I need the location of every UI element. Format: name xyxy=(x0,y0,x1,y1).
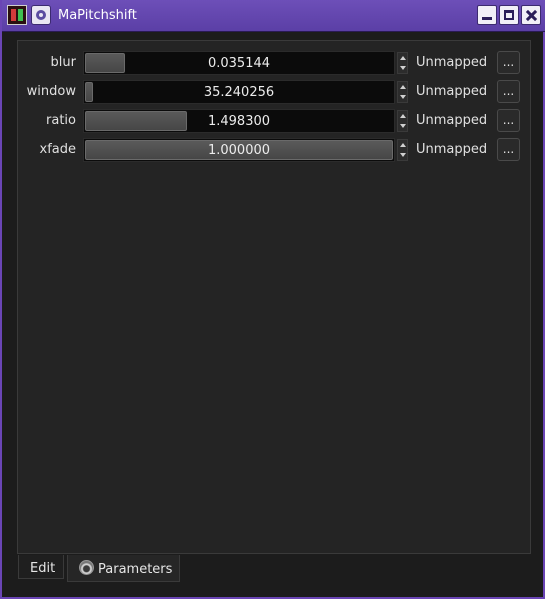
window-title: MaPitchshift xyxy=(58,8,137,23)
maximize-icon[interactable] xyxy=(499,5,519,25)
param-value: 1.498300 xyxy=(207,114,271,129)
param-slider[interactable]: 1.000000 xyxy=(83,138,395,162)
spin-down-icon[interactable] xyxy=(400,153,406,157)
param-label: xfade xyxy=(39,142,77,157)
spin-down-icon[interactable] xyxy=(400,124,406,128)
more-options-button[interactable]: ... xyxy=(497,138,520,161)
more-options-button[interactable]: ... xyxy=(497,51,520,74)
title-bar[interactable]: MaPitchshift xyxy=(2,0,545,32)
more-options-button[interactable]: ... xyxy=(497,109,520,132)
more-options-button[interactable]: ... xyxy=(497,80,520,103)
param-label: window xyxy=(26,84,76,99)
plugin-window: MaPitchshift blur 0.035144 Unmapped ... … xyxy=(0,0,545,599)
param-row-ratio: ratio 1.498300 Unmapped ... xyxy=(18,109,532,133)
param-value: 35.240256 xyxy=(203,85,275,100)
spin-buttons[interactable] xyxy=(397,139,408,161)
mapping-status: Unmapped xyxy=(416,113,488,128)
spin-up-icon[interactable] xyxy=(400,85,406,89)
spin-up-icon[interactable] xyxy=(400,143,406,147)
param-label: ratio xyxy=(46,113,76,128)
param-slider[interactable]: 1.498300 xyxy=(83,109,395,133)
tab-label: Parameters xyxy=(98,562,173,577)
window-menu-icon[interactable] xyxy=(31,5,51,25)
spin-down-icon[interactable] xyxy=(400,66,406,70)
app-icon xyxy=(7,5,27,25)
spin-down-icon[interactable] xyxy=(400,95,406,99)
spin-up-icon[interactable] xyxy=(400,114,406,118)
tab-parameters[interactable]: Parameters xyxy=(67,555,180,582)
mapping-status: Unmapped xyxy=(416,142,488,157)
param-label: blur xyxy=(50,55,76,70)
parameters-panel: blur 0.035144 Unmapped ... window 35.240… xyxy=(17,40,531,554)
spin-up-icon[interactable] xyxy=(400,56,406,60)
tab-edit[interactable]: Edit xyxy=(18,555,64,579)
param-row-xfade: xfade 1.000000 Unmapped ... xyxy=(18,138,532,162)
mapping-status: Unmapped xyxy=(416,55,488,70)
param-value: 0.035144 xyxy=(207,56,271,71)
mapping-status: Unmapped xyxy=(416,84,488,99)
param-value: 1.000000 xyxy=(207,143,271,158)
param-slider[interactable]: 35.240256 xyxy=(83,80,395,104)
close-icon[interactable] xyxy=(521,5,541,25)
spin-buttons[interactable] xyxy=(397,81,408,103)
parameters-icon xyxy=(79,560,94,575)
param-row-blur: blur 0.035144 Unmapped ... xyxy=(18,51,532,75)
spin-buttons[interactable] xyxy=(397,110,408,132)
tab-label: Edit xyxy=(30,561,56,576)
minimize-icon[interactable] xyxy=(477,5,497,25)
spin-buttons[interactable] xyxy=(397,52,408,74)
param-row-window: window 35.240256 Unmapped ... xyxy=(18,80,532,104)
param-slider[interactable]: 0.035144 xyxy=(83,51,395,75)
